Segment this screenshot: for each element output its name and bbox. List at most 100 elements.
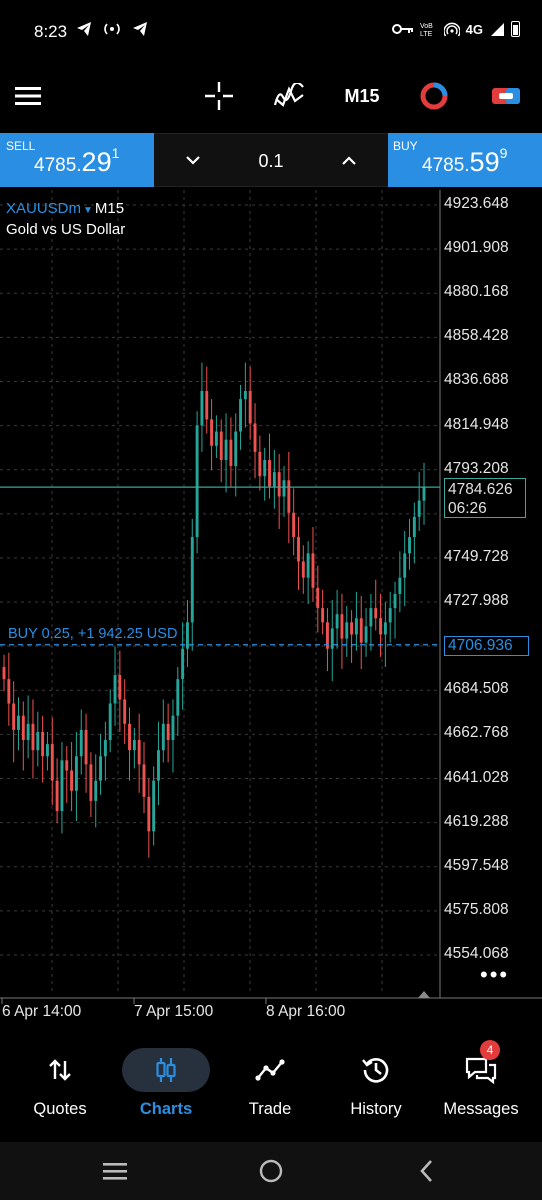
candle-body xyxy=(31,723,35,751)
candle-body xyxy=(118,675,122,700)
candle-body xyxy=(316,587,320,609)
candle-body xyxy=(142,764,146,797)
symbol-timeframe: M15 xyxy=(94,200,125,217)
nav-history[interactable]: History xyxy=(322,1040,430,1130)
candle-body xyxy=(176,679,180,716)
candle-body xyxy=(171,715,175,741)
candle-body xyxy=(17,715,20,730)
bottom-navigation: Quotes Charts Trade History 4 Messages xyxy=(0,1040,542,1140)
messages-badge: 4 xyxy=(480,1040,500,1060)
candle-body xyxy=(147,796,151,832)
sell-price-sup: 1 xyxy=(111,145,120,161)
nav-quotes[interactable]: Quotes xyxy=(6,1040,114,1130)
home-circle-icon xyxy=(259,1159,283,1183)
nav-messages[interactable]: 4 Messages xyxy=(426,1040,536,1130)
crosshair-button[interactable] xyxy=(200,76,238,116)
status-time: 8:23 xyxy=(34,22,68,41)
menu-button[interactable] xyxy=(10,76,46,116)
recent-apps-icon xyxy=(103,1163,127,1180)
price-label: 4923.648 xyxy=(444,195,509,212)
candle-body xyxy=(224,439,228,460)
buy-label: BUY xyxy=(393,139,418,153)
status-bar: 8:23 VoB LTE 4G xyxy=(0,0,542,62)
nav-charts-icon-wrap xyxy=(122,1048,210,1092)
nav-charts[interactable]: Charts xyxy=(112,1040,220,1130)
candle-body xyxy=(229,439,233,467)
nav-history-label: History xyxy=(350,1100,402,1118)
more-options-icon[interactable]: ••• xyxy=(480,962,509,988)
candle-body xyxy=(70,770,74,791)
candle-body xyxy=(311,553,315,588)
price-label: 4836.688 xyxy=(444,371,509,389)
candle-body xyxy=(65,760,69,771)
indicators-button[interactable] xyxy=(270,76,308,116)
candle-body xyxy=(113,675,117,704)
current-price-tag: 4784.626 06:26 xyxy=(444,478,526,518)
nav-trade[interactable]: Trade xyxy=(216,1040,324,1130)
buy-price: 4785.599 xyxy=(422,145,508,178)
price-label: 4793.208 xyxy=(444,459,509,477)
candle-body xyxy=(94,780,98,801)
history-icon xyxy=(362,1058,389,1083)
telegram-icon xyxy=(133,22,148,37)
one-click-trading-button[interactable] xyxy=(416,76,452,116)
candle-body xyxy=(379,618,382,635)
svg-text:LTE: LTE xyxy=(420,31,433,37)
home-button[interactable] xyxy=(256,1158,286,1184)
one-click-icon xyxy=(420,82,448,110)
back-button[interactable] xyxy=(414,1158,438,1184)
nav-messages-label: Messages xyxy=(443,1100,519,1118)
recent-apps-button[interactable] xyxy=(100,1158,130,1184)
hamburger-icon xyxy=(15,87,41,105)
candle-body xyxy=(157,750,160,781)
lot-selector: 0.1 xyxy=(154,133,388,187)
price-label: 4684.508 xyxy=(444,680,509,698)
buy-price-sup: 9 xyxy=(499,145,508,161)
system-navigation-bar xyxy=(0,1142,542,1200)
key-icon xyxy=(391,24,413,34)
battery-icon xyxy=(511,21,520,37)
candle-body xyxy=(108,703,112,741)
candle-body xyxy=(335,614,339,629)
nav-charts-label: Charts xyxy=(139,1100,193,1118)
crosshair-icon xyxy=(205,82,233,110)
symbol-name[interactable]: XAUUSDm xyxy=(6,200,81,217)
nav-trade-icon-wrap xyxy=(226,1048,314,1092)
status-left-icons xyxy=(76,20,148,37)
candle-body xyxy=(186,622,189,649)
price-label: 4880.168 xyxy=(444,283,509,301)
candle-body xyxy=(369,608,373,627)
candle-body xyxy=(195,425,199,538)
candle-body xyxy=(422,487,426,501)
nav-history-icon-wrap xyxy=(332,1048,420,1092)
candle-body xyxy=(239,399,242,432)
buy-button[interactable]: BUY 4785.599 xyxy=(388,133,542,187)
candle-body xyxy=(393,593,397,609)
candle-body xyxy=(282,480,286,497)
candle-body xyxy=(99,756,102,781)
timeframe-button[interactable]: M15 xyxy=(336,76,388,116)
sell-price-main: 4785. xyxy=(34,155,82,176)
sell-button[interactable]: SELL 4785.291 xyxy=(0,133,154,187)
candle-body xyxy=(152,780,156,832)
candle-body xyxy=(374,608,378,619)
chart-symbol-header[interactable]: XAUUSDm ▼ M15 xyxy=(6,200,124,217)
trade-panel-button[interactable] xyxy=(488,76,524,116)
candle-body xyxy=(277,472,281,497)
candle-body xyxy=(359,618,363,643)
sell-price-big: 29 xyxy=(81,147,112,177)
candle-body xyxy=(210,419,214,446)
quick-trade-bar: SELL 4785.291 0.1 BUY 4785.599 xyxy=(0,133,542,187)
candle-body xyxy=(354,618,358,635)
telegram-icon xyxy=(77,22,91,37)
chart-toolbar: M15 xyxy=(0,62,542,130)
candle-body xyxy=(74,756,78,791)
candle-body xyxy=(330,628,334,649)
price-label: 4662.768 xyxy=(444,724,509,742)
position-label[interactable]: BUY 0.25, +1 942.25 USD xyxy=(8,626,177,642)
lot-increase-button[interactable] xyxy=(340,148,358,179)
back-chevron-icon xyxy=(420,1160,432,1182)
candle-body xyxy=(103,740,107,757)
candle-body xyxy=(46,744,49,757)
trade-panel-icon xyxy=(492,88,520,104)
